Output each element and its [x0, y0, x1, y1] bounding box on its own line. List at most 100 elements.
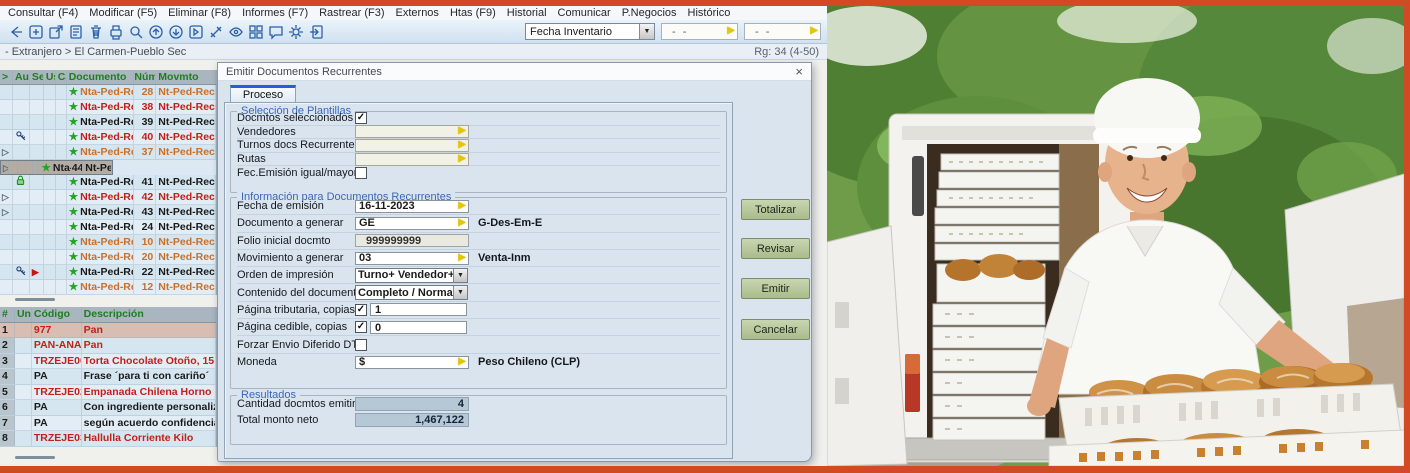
table-row[interactable]: ▷★Nta-Ped-Rc43Nt-Ped-Rec: [0, 205, 216, 220]
dropdown-orden-de-impresi-n[interactable]: Turno+ Vendedor+ Clte▼: [355, 268, 468, 283]
menu-item-consultar-f4[interactable]: Consultar (F4): [8, 7, 78, 19]
lookup-field-documento-a-generar[interactable]: GE▶: [355, 217, 469, 230]
cell-un: [15, 431, 32, 446]
menu-item-eliminar-f8[interactable]: Eliminar (F8): [168, 7, 231, 19]
close-icon[interactable]: ×: [795, 65, 803, 78]
back-toolbar-button[interactable]: [6, 22, 25, 41]
items-table: #UnCódigoDescripción1977Pan2PAN-ANAPan3T…: [0, 307, 217, 447]
group-seleccion-plantillas: Selección de Plantillas Docmtos seleccio…: [230, 111, 727, 193]
table-row[interactable]: ▶★Nta-Ped-Rc22Nt-Ped-Rec: [0, 265, 216, 280]
menu-item-informes-f7[interactable]: Informes (F7): [242, 7, 308, 19]
chat-toolbar-button[interactable]: [266, 22, 285, 41]
item-row[interactable]: 1977Pan: [0, 323, 216, 339]
menu-item-modificar-f5[interactable]: Modificar (F5): [89, 7, 157, 19]
settings-toolbar-button[interactable]: [286, 22, 305, 41]
cell-line-number: 6: [0, 400, 15, 415]
totalizar-button[interactable]: Totalizar: [741, 199, 810, 220]
item-row[interactable]: 6PACon ingrediente personalizado: [0, 400, 216, 416]
item-row[interactable]: 4PAFrase ´para ti con cariño´: [0, 369, 216, 385]
table-row[interactable]: ★Nta-Ped-Rc28Nt-Ped-Rec: [0, 85, 216, 100]
result-value: 4: [355, 397, 469, 411]
range-from-field[interactable]: - - ▶: [661, 23, 738, 40]
horizontal-scrollbar[interactable]: [15, 298, 55, 301]
cancelar-button[interactable]: Cancelar: [741, 319, 810, 340]
table-row[interactable]: ★Nta-Ped-Rc10Nt-Ped-Rec: [0, 235, 216, 250]
range-to-field[interactable]: - - ▶: [744, 23, 821, 40]
item-row[interactable]: 8TRZEJE03Hallulla Corriente Kilo: [0, 431, 216, 447]
next-toolbar-button[interactable]: [186, 22, 205, 41]
table-row[interactable]: ▷★Nta-Ped-Rc44Nt-Ped-Rec: [0, 160, 113, 175]
lookup-field-movimiento-a-generar[interactable]: 03▶: [355, 252, 469, 265]
notes-toolbar-button[interactable]: [66, 22, 85, 41]
copies-field-p-gina-tributaria-copias[interactable]: 1: [370, 303, 467, 316]
lookup-arrow-icon[interactable]: ▶: [458, 200, 466, 211]
table-row[interactable]: ★Nta-Ped-Rc12Nt-Ped-Rec: [0, 280, 216, 295]
table-row[interactable]: ★Nta-Ped-Rc24Nt-Ped-Rec: [0, 220, 216, 235]
settings-icon: [288, 24, 304, 40]
lookup-field-moneda[interactable]: $▶: [355, 356, 469, 369]
column-header-us: Us: [44, 70, 56, 84]
view-toolbar-button[interactable]: [226, 22, 245, 41]
chevron-down-icon[interactable]: ▼: [639, 24, 654, 39]
checkbox-forzar-envio-diferido-dte[interactable]: [355, 339, 367, 351]
documento-value: Nta-Ped-Rc: [80, 176, 134, 188]
table-row[interactable]: ▷★Nta-Ped-Rc42Nt-Ped-Rec: [0, 190, 216, 205]
lookup-field-fecha-de-emisi-n[interactable]: 16-11-2023▶: [355, 200, 469, 213]
trash-toolbar-button[interactable]: [86, 22, 105, 41]
lookup-arrow-icon[interactable]: ▶: [458, 356, 466, 367]
item-row[interactable]: 2PAN-ANAPan: [0, 338, 216, 354]
lookup-arrow-icon[interactable]: ▶: [458, 153, 466, 164]
table-row[interactable]: ★Nta-Ped-Rc38Nt-Ped-Rec: [0, 100, 216, 115]
sort-mode-dropdown[interactable]: Fecha Inventario ▼: [525, 23, 655, 40]
lookup-arrow-icon[interactable]: ▶: [810, 25, 818, 36]
tab-proceso[interactable]: Proceso: [230, 85, 296, 103]
checkbox-docmtos-seleccionados[interactable]: ✓: [355, 112, 367, 124]
tools-toolbar-button[interactable]: [206, 22, 225, 41]
menu-item-rastrear-f3[interactable]: Rastrear (F3): [319, 7, 384, 19]
lookup-arrow-icon[interactable]: ▶: [458, 217, 466, 228]
emitir-button[interactable]: Emitir: [741, 278, 810, 299]
menu-item-p-negocios[interactable]: P.Negocios: [622, 7, 677, 19]
cell-codigo: TRZEJE02: [32, 385, 82, 400]
lookup-arrow-icon[interactable]: ▶: [727, 25, 735, 36]
checkbox-p-gina-cedible-copias[interactable]: ✓: [355, 321, 367, 333]
print-toolbar-button[interactable]: [106, 22, 125, 41]
lookup-arrow-icon[interactable]: ▶: [458, 125, 466, 136]
menu-item-externos[interactable]: Externos: [396, 7, 439, 19]
row-indicator: [0, 235, 13, 249]
new-toolbar-button[interactable]: [26, 22, 45, 41]
item-row[interactable]: 3TRZEJE00Torta Chocolate Otoño, 15 Porci…: [0, 354, 216, 370]
cell-au: [13, 85, 30, 99]
lookup-field-vendedores[interactable]: ▶: [355, 125, 469, 138]
lookup-field-turnos-docs-recurrentes[interactable]: ▶: [355, 139, 469, 152]
search-toolbar-button[interactable]: [126, 22, 145, 41]
table-row[interactable]: ★Nta-Ped-Rc39Nt-Ped-Rec: [0, 115, 216, 130]
nav-down-toolbar-button[interactable]: [166, 22, 185, 41]
modules-toolbar-button[interactable]: [246, 22, 265, 41]
open-toolbar-button[interactable]: [46, 22, 65, 41]
lookup-field-rutas[interactable]: ▶: [355, 153, 469, 166]
table-row[interactable]: ★Nta-Ped-Rc40Nt-Ped-Rec: [0, 130, 216, 145]
horizontal-scrollbar[interactable]: [15, 456, 55, 459]
menu-item-hist-rico[interactable]: Histórico: [688, 7, 731, 19]
checkbox-fec-emisi-n-igual-mayor[interactable]: [355, 167, 367, 179]
lookup-arrow-icon[interactable]: ▶: [458, 139, 466, 150]
table-row[interactable]: ▷★Nta-Ped-Rc37Nt-Ped-Rec: [0, 145, 216, 160]
copies-field-p-gina-cedible-copias[interactable]: 0: [370, 321, 467, 334]
checkbox-p-gina-tributaria-copias[interactable]: ✓: [355, 304, 367, 316]
chevron-down-icon[interactable]: ▼: [453, 269, 467, 282]
item-row[interactable]: 7PAsegún acuerdo confidencial: [0, 416, 216, 432]
table-row[interactable]: ★Nta-Ped-Rc20Nt-Ped-Rec: [0, 250, 216, 265]
menu-item-htas-f9[interactable]: Htas (F9): [450, 7, 496, 19]
field-label: Fec.Emisión igual/mayor: [237, 167, 355, 179]
dropdown-contenido-del-documento[interactable]: Completo / Normal▼: [355, 285, 468, 300]
lookup-arrow-icon[interactable]: ▶: [458, 252, 466, 263]
chevron-down-icon[interactable]: ▼: [453, 286, 467, 299]
item-row[interactable]: 5TRZEJE02Empanada Chilena Horno: [0, 385, 216, 401]
nav-up-toolbar-button[interactable]: [146, 22, 165, 41]
menu-item-comunicar[interactable]: Comunicar: [558, 7, 611, 19]
exit-toolbar-button[interactable]: [306, 22, 325, 41]
menu-item-historial[interactable]: Historial: [507, 7, 547, 19]
table-row[interactable]: ★Nta-Ped-Rc41Nt-Ped-Rec: [0, 175, 216, 190]
revisar-button[interactable]: Revisar: [741, 238, 810, 259]
